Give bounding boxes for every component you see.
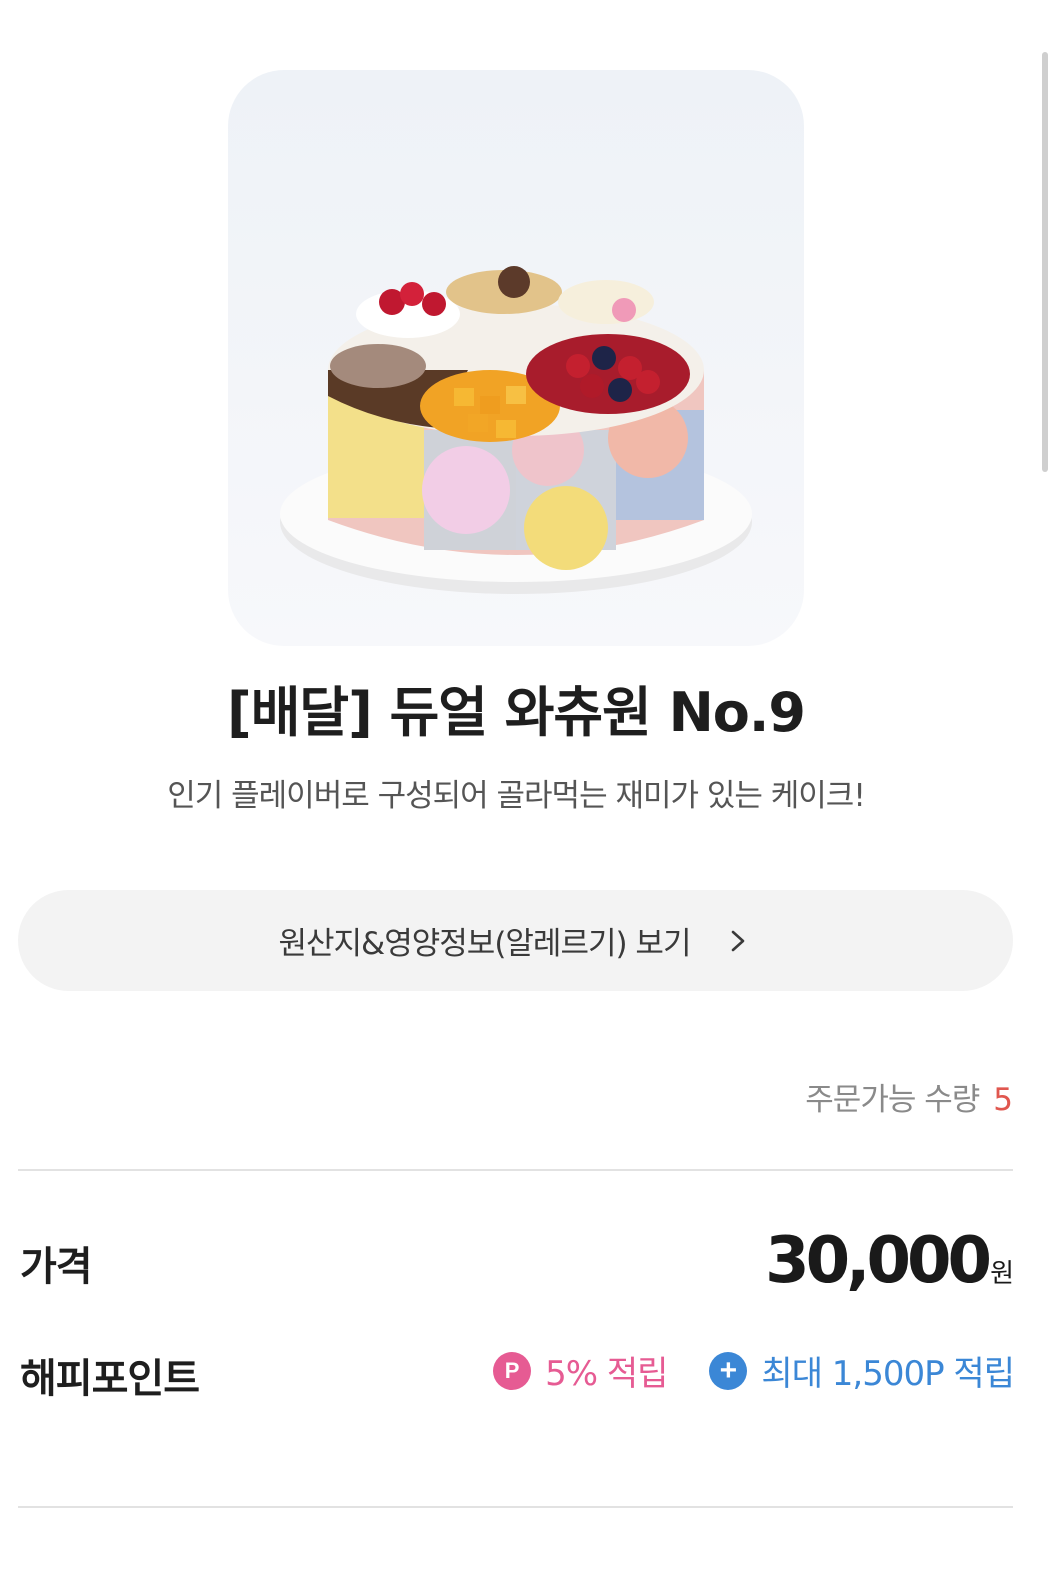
cake-illustration xyxy=(280,266,752,594)
order-quantity-label: 주문가능 수량 xyxy=(805,1082,980,1118)
order-quantity: 주문가능 수량 5 xyxy=(805,1074,1013,1119)
price-unit: 원 xyxy=(990,1259,1014,1289)
divider xyxy=(18,1506,1013,1508)
product-description: 인기 플레이버로 구성되어 골라먹는 재미가 있는 케이크! xyxy=(167,778,866,814)
price: 30,000원 xyxy=(765,1224,1014,1298)
product-image xyxy=(228,70,804,646)
price-label: 가격 xyxy=(20,1244,93,1290)
chevron-right-icon xyxy=(732,930,745,951)
divider xyxy=(18,1169,1013,1171)
point-badge-icon: P xyxy=(493,1351,532,1390)
happy-point-label: 해피포인트 xyxy=(20,1356,200,1402)
nutrition-info-button[interactable]: 원산지&영양정보(알레르기) 보기 xyxy=(18,890,1013,991)
order-quantity-value: 5 xyxy=(993,1082,1013,1118)
happy-point-info: P 5% 적립 + 최대 1,500P 적립 xyxy=(493,1346,1015,1395)
scrollbar[interactable] xyxy=(1042,52,1048,472)
point-rate: 5% 적립 xyxy=(545,1354,668,1394)
point-max: 최대 1,500P 적립 xyxy=(761,1354,1015,1394)
price-amount: 30,000 xyxy=(765,1224,992,1298)
product-title: [배달] 듀얼 와츄원 No.9 xyxy=(227,681,806,744)
plus-circle-icon: + xyxy=(709,1351,748,1390)
nutrition-info-label: 원산지&영양정보(알레르기) 보기 xyxy=(278,926,692,962)
